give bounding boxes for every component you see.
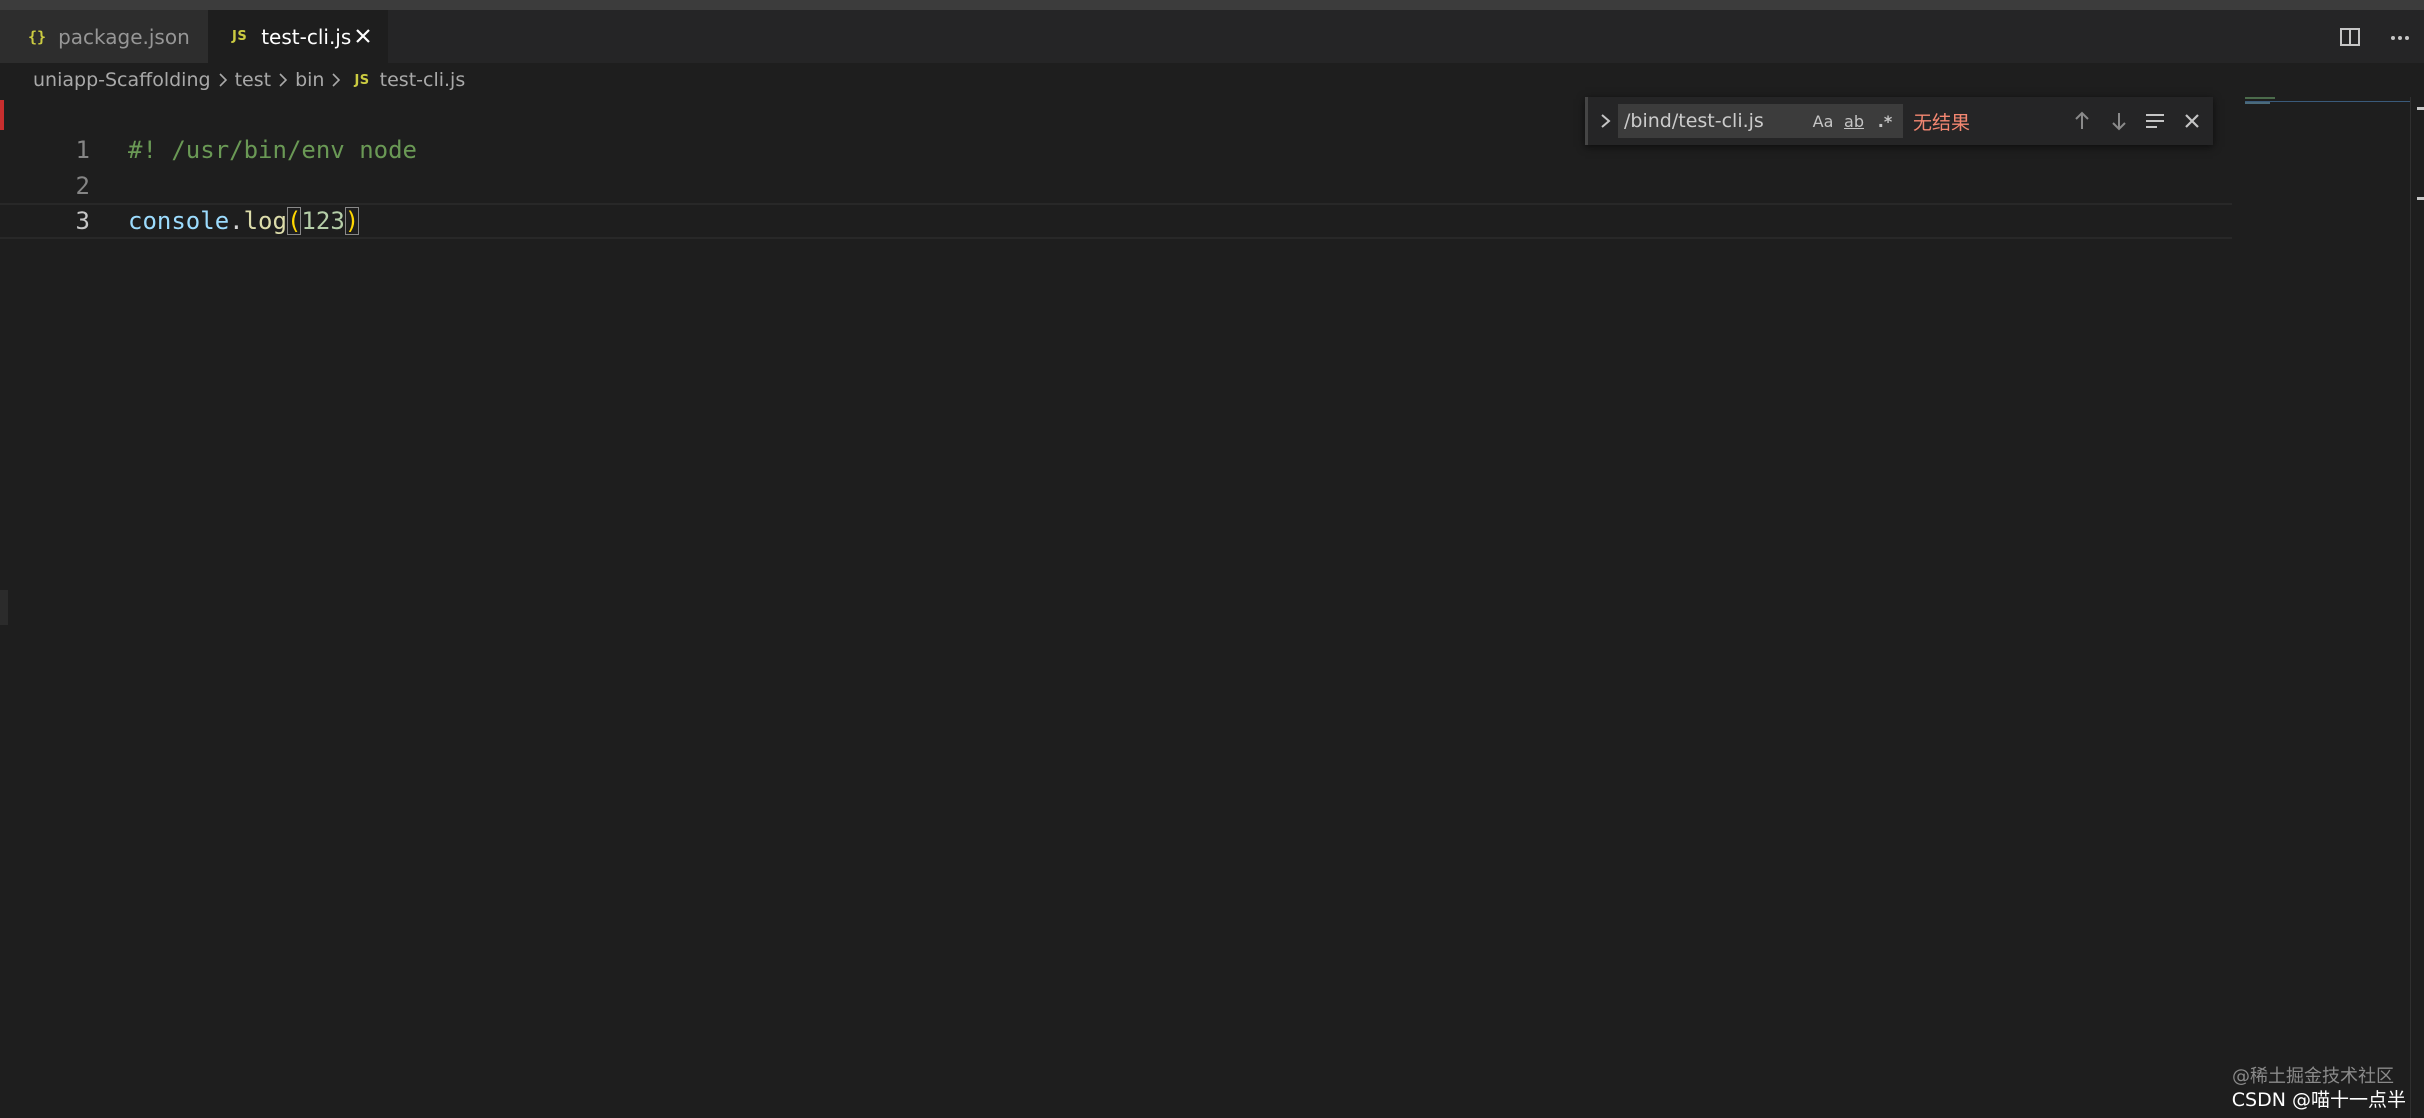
breadcrumb: uniapp-Scaffolding test bin JS test-cli.… bbox=[0, 63, 2424, 97]
chevron-right-icon bbox=[279, 73, 288, 87]
title-bar-strip bbox=[0, 0, 2424, 10]
find-in-selection-icon[interactable] bbox=[2141, 107, 2169, 135]
find-widget: /bind/test-cli.js Aa ab .* 无结果 bbox=[1585, 97, 2213, 145]
tab-label: package.json bbox=[58, 24, 190, 49]
line-code: console.log(123) bbox=[128, 203, 359, 239]
tab-package-json[interactable]: {} package.json bbox=[0, 10, 208, 63]
tab-test-cli-js[interactable]: JS test-cli.js bbox=[208, 10, 388, 63]
regex-label: .* bbox=[1877, 111, 1893, 131]
code-line-2: 2 bbox=[0, 168, 2232, 204]
minimap-line bbox=[2245, 102, 2270, 104]
minimap[interactable] bbox=[2245, 97, 2411, 105]
find-result-text: 无结果 bbox=[1913, 111, 1971, 134]
breadcrumb-item-file[interactable]: test-cli.js bbox=[380, 69, 466, 91]
overview-ruler bbox=[2410, 97, 2424, 1118]
split-editor-icon[interactable] bbox=[2338, 25, 2362, 49]
minimap-line bbox=[2245, 97, 2275, 99]
number-token: 123 bbox=[301, 207, 345, 235]
comment-token: #! /usr/bin/env node bbox=[128, 136, 417, 164]
watermark-csdn: CSDN @喵十一点半 bbox=[2231, 1089, 2406, 1111]
regex-toggle[interactable]: .* bbox=[1872, 106, 1898, 136]
js-icon: JS bbox=[232, 29, 248, 44]
breadcrumb-item-uniapp-scaffolding[interactable]: uniapp-Scaffolding bbox=[33, 69, 211, 91]
punct-token: . bbox=[229, 207, 244, 235]
line-code: #! /usr/bin/env node bbox=[128, 132, 417, 168]
tab-bar: {} package.json JS test-cli.js bbox=[0, 10, 2424, 63]
find-input-value: /bind/test-cli.js bbox=[1624, 110, 1764, 132]
overview-ruler-mark bbox=[2417, 107, 2424, 110]
js-icon: JS bbox=[354, 72, 370, 88]
match-case-toggle[interactable]: Aa bbox=[1810, 106, 1836, 136]
left-scroll-indicator bbox=[0, 590, 8, 625]
close-icon[interactable] bbox=[350, 23, 376, 49]
more-actions-icon[interactable] bbox=[2388, 25, 2412, 49]
minimap-viewport bbox=[2245, 101, 2411, 102]
breadcrumb-item-bin[interactable]: bin bbox=[295, 69, 324, 91]
arrow-down-icon[interactable] bbox=[2105, 107, 2133, 135]
chevron-right-icon bbox=[332, 73, 341, 87]
line-number: 1 bbox=[75, 136, 90, 164]
overview-ruler-mark bbox=[2417, 197, 2424, 200]
arrow-up-icon[interactable] bbox=[2068, 107, 2096, 135]
match-case-label: Aa bbox=[1812, 111, 1834, 131]
identifier-token: console bbox=[128, 207, 230, 235]
tab-label: test-cli.js bbox=[261, 24, 352, 49]
code-editor[interactable]: 1 #! /usr/bin/env node 2 3 console.log(1… bbox=[0, 97, 2424, 1118]
close-icon[interactable] bbox=[2178, 107, 2206, 135]
chevron-right-icon[interactable] bbox=[1596, 109, 1616, 133]
gutter-indicator bbox=[0, 100, 4, 130]
code-line-3: 3 console.log(123) bbox=[0, 203, 2232, 239]
line-number: 3 bbox=[75, 207, 90, 235]
find-result-status: 无结果 bbox=[1913, 106, 1970, 136]
editor-actions bbox=[2338, 10, 2412, 63]
chevron-right-icon bbox=[219, 73, 227, 87]
breadcrumb-item-test[interactable]: test bbox=[235, 69, 272, 91]
paren-close-token: ) bbox=[344, 207, 360, 235]
paren-open-token: ( bbox=[286, 207, 302, 235]
whole-word-toggle[interactable]: ab bbox=[1840, 106, 1868, 136]
json-icon: {} bbox=[28, 27, 47, 46]
whole-word-label: ab bbox=[1844, 111, 1864, 131]
function-token: log bbox=[243, 207, 287, 235]
line-number: 2 bbox=[75, 172, 90, 200]
